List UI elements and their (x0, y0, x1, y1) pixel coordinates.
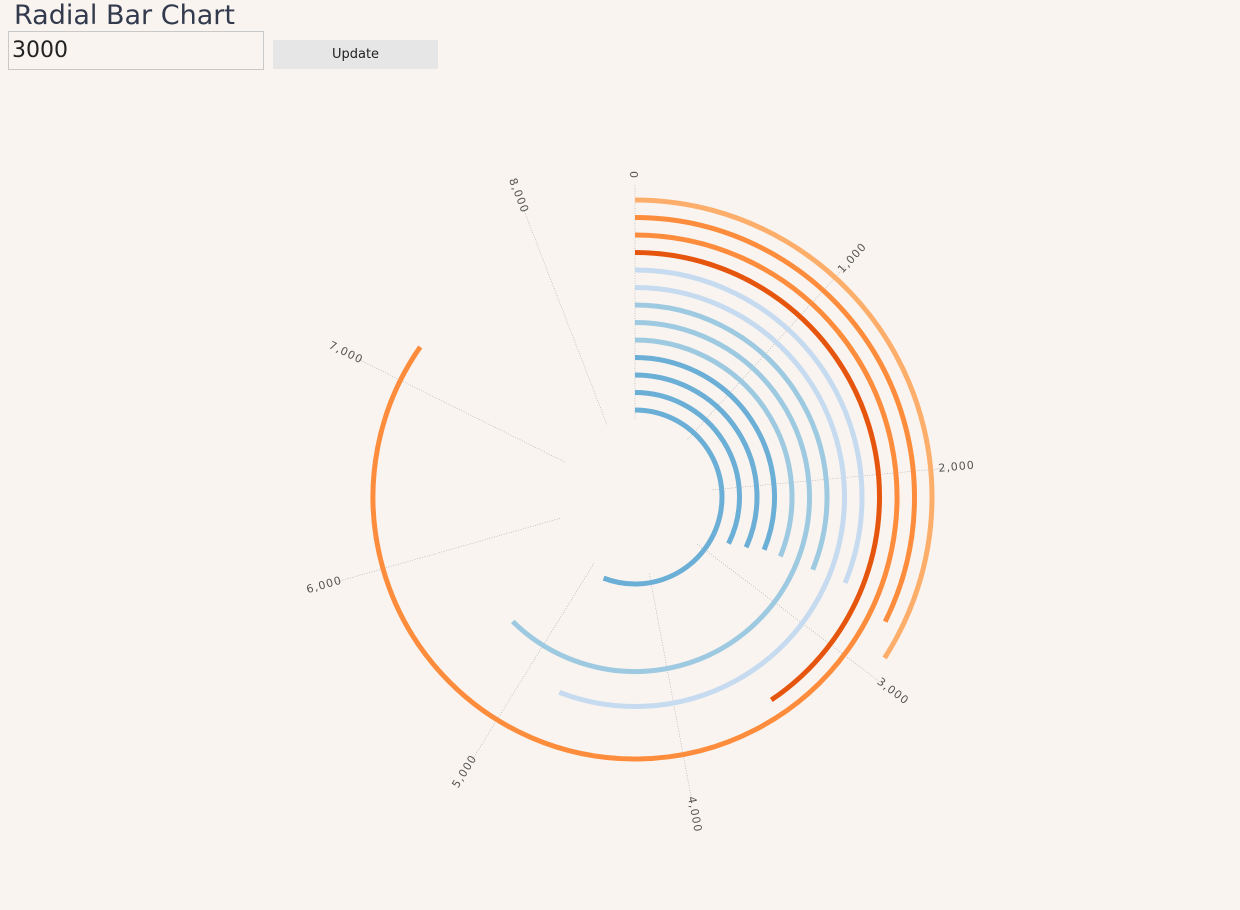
axis-spoke-6 (334, 518, 561, 583)
tick-label-2: 2,000 (938, 459, 976, 475)
tick-label-6: 6,000 (305, 574, 344, 596)
radial-bar-7 (511, 320, 812, 674)
radial-bar-5 (558, 285, 847, 709)
tick-label-7: 7,000 (327, 339, 365, 367)
axis-spoke-8 (522, 205, 608, 425)
axis-spokes (334, 185, 946, 804)
tick-label-0: 0 (628, 170, 641, 178)
radial-bars (370, 197, 935, 762)
radial-bar-8 (634, 337, 795, 558)
axis-spoke-3 (697, 543, 885, 686)
page: Radial Bar Chart Update 01,0002,0003,000… (0, 0, 1240, 910)
radial-bar-chart: 0 1,000 2,000 3,000 4,000 5,000 6,000 7,000 8,00… (305, 170, 976, 834)
tick-label-1: 1,000 (835, 240, 869, 276)
tick-label-5: 5,000 (449, 752, 479, 790)
tick-label-8: 8,000 (506, 176, 531, 215)
radial-bar-12 (602, 407, 725, 587)
axis-spoke-4 (649, 573, 693, 804)
tick-label-4: 4,000 (685, 795, 704, 833)
tick-label-3: 3,000 (875, 675, 912, 707)
